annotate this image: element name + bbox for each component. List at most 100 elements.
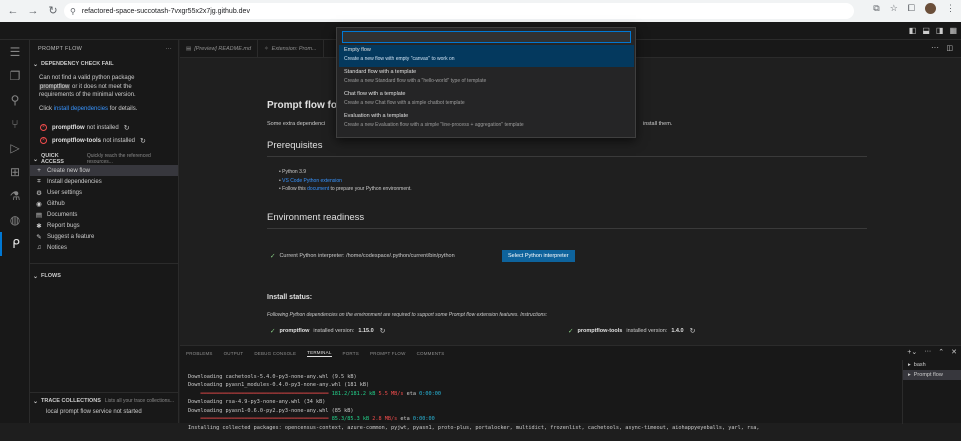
customize-layout-icon[interactable]: ▦	[949, 26, 957, 35]
list-item: • Follow this document to prepare your P…	[279, 186, 412, 192]
document-link[interactable]: document	[307, 186, 329, 192]
maximize-panel-icon[interactable]: ⌃	[938, 348, 944, 356]
progress-speed: 5.5 MB/s	[378, 390, 404, 397]
source-control-icon[interactable]: ⑂	[0, 112, 30, 136]
testing-icon[interactable]: ⚗	[0, 184, 30, 208]
quick-access-suggest-feature[interactable]: ✎ Suggest a feature	[30, 231, 178, 242]
prereq-follow: Follow this	[282, 186, 306, 192]
close-panel-icon[interactable]: ✕	[951, 348, 957, 356]
quick-access-header[interactable]: ⌄ QUICK ACCESS Quickly reach the referen…	[30, 153, 178, 165]
install-status-heading: Install status:	[267, 294, 313, 301]
tab-comments[interactable]: COMMENTS	[417, 351, 445, 356]
dependency-section-header[interactable]: ⌄ DEPENDENCY CHECK FAIL	[30, 58, 178, 70]
new-terminal-icon[interactable]: +⌄	[907, 348, 917, 356]
tab-problems[interactable]: PROBLEMS	[186, 351, 213, 356]
quick-pick-description: Create a new flow with empty "canvas" to…	[344, 56, 455, 62]
quick-pick-title: Evaluation with a template	[344, 113, 409, 119]
refresh-icon[interactable]: ↻	[380, 327, 386, 335]
quick-pick-item[interactable]: Empty flow Create a new flow with empty …	[339, 45, 634, 67]
toggle-primary-sidebar-icon[interactable]: ◧	[909, 26, 917, 35]
terminal-icon: ▸	[908, 362, 911, 368]
back-arrow-icon[interactable]: ←	[6, 4, 20, 18]
tab-debug-console[interactable]: DEBUG CONSOLE	[254, 351, 296, 356]
refresh-icon[interactable]: ↻	[140, 137, 146, 145]
terminal-more-icon[interactable]: ···	[924, 348, 931, 356]
cast-icon[interactable]: ⧉	[873, 3, 879, 14]
quick-pick-title: Empty flow	[344, 47, 371, 53]
quick-access-install-dependencies[interactable]: ⌗ Install dependencies	[30, 176, 178, 187]
refresh-icon[interactable]: ↻	[124, 124, 130, 132]
reload-icon[interactable]: ↻	[46, 4, 60, 18]
quick-pick-item[interactable]: Chat flow with a template Create a new C…	[339, 89, 634, 111]
quick-pick-item[interactable]: Standard flow with a template Create a n…	[339, 67, 634, 89]
quick-access-github[interactable]: ◉ Github	[30, 198, 178, 209]
package-icon: ⌗	[37, 177, 41, 185]
menu-icon[interactable]: ☰	[0, 40, 30, 64]
package-version: 1.15.0	[358, 328, 374, 334]
run-debug-icon[interactable]: ▷	[0, 136, 30, 160]
forward-arrow-icon[interactable]: →	[26, 4, 40, 18]
profile-avatar[interactable]	[925, 3, 936, 14]
site-info-icon[interactable]: ⚲	[70, 7, 76, 16]
quick-pick-item[interactable]: Evaluation with a template Create a new …	[339, 111, 634, 133]
section-divider	[30, 392, 179, 393]
quick-pick-description: Create a new Standard flow with a "hello…	[344, 78, 487, 84]
dependency-section-title: DEPENDENCY CHECK FAIL	[41, 61, 114, 67]
gear-icon: ⚙	[36, 189, 42, 197]
toggle-panel-icon[interactable]: ⬓	[922, 26, 930, 35]
terminal-item-prompt-flow[interactable]: ▸ Prompt flow	[903, 370, 961, 380]
quick-access-documents[interactable]: ▤ Documents	[30, 209, 178, 220]
install-hint-suffix: for details.	[109, 105, 138, 112]
tab-label: [Preview] README.md	[194, 45, 252, 52]
editor-more-icon[interactable]: ···	[931, 43, 939, 52]
package-name: promptflow-tools	[52, 137, 101, 144]
terminal-line: Downloading pyasn1-0.6.0-py2.py3-none-an…	[188, 407, 354, 414]
explorer-icon[interactable]: ❐	[0, 64, 30, 88]
trace-subtitle: Lists all your trace collections...	[104, 398, 175, 404]
quick-access-label: Notices	[47, 244, 68, 251]
prompt-flow-icon[interactable]: ᑭ	[0, 232, 30, 256]
refresh-icon[interactable]: ↻	[690, 327, 696, 335]
tab-output[interactable]: OUTPUT	[224, 351, 244, 356]
vscode-python-extension-link[interactable]: VS Code Python extension	[282, 178, 342, 184]
dependency-message-line: or it does not meet the	[72, 83, 132, 90]
terminal-icon: ▸	[908, 372, 911, 378]
terminal-output[interactable]: Downloading cachetools-5.4.0-py3-none-an…	[188, 364, 900, 441]
select-python-interpreter-button[interactable]: Select Python interpreter	[502, 250, 575, 262]
package-status-promptflow-tools: ✓ promptflow-tools installed version: 1.…	[568, 327, 695, 335]
terminal-item-bash[interactable]: ▸ bash	[903, 360, 961, 370]
heading-divider	[267, 156, 867, 157]
tab-terminal[interactable]: TERMINAL	[307, 350, 332, 357]
bottom-panel: PROBLEMS OUTPUT DEBUG CONSOLE TERMINAL P…	[180, 345, 961, 431]
tab-ports[interactable]: PORTS	[343, 351, 359, 356]
extension-icon: ✧	[264, 45, 269, 52]
flows-section-header[interactable]: ⌄ FLOWS	[30, 270, 178, 282]
install-dependencies-link[interactable]: install dependencies	[54, 106, 108, 112]
quick-access-user-settings[interactable]: ⚙ User settings	[30, 187, 178, 198]
error-icon: ×	[40, 124, 47, 131]
quick-access-create-new-flow[interactable]: + Create new flow	[30, 165, 178, 176]
browser-menu-icon[interactable]: ⋮	[946, 3, 955, 14]
more-actions-icon[interactable]: ···	[166, 46, 172, 52]
check-icon: ✓	[270, 328, 276, 335]
quick-pick-input[interactable]	[342, 31, 631, 43]
trace-section-header[interactable]: ⌄ TRACE COLLECTIONS Lists all your trace…	[30, 395, 174, 407]
tab-extension-prompt-flow[interactable]: ✧ Extension: Prom...	[258, 39, 324, 58]
github-icon: ◉	[36, 200, 42, 208]
remote-explorer-icon[interactable]: ◍	[0, 208, 30, 232]
panel-tabs: PROBLEMS OUTPUT DEBUG CONSOLE TERMINAL P…	[180, 346, 961, 360]
tab-prompt-flow[interactable]: PROMPT FLOW	[370, 351, 406, 356]
bookmark-star-icon[interactable]: ☆	[890, 3, 898, 14]
address-bar[interactable]: ⚲ refactored-space-succotash-7vxgr55x2x7…	[64, 3, 854, 19]
quick-access-report-bugs[interactable]: ✱ Report bugs	[30, 220, 178, 231]
split-editor-icon[interactable]: ◫	[946, 44, 953, 52]
toggle-secondary-sidebar-icon[interactable]: ◨	[936, 26, 944, 35]
search-icon[interactable]: ⚲	[0, 88, 30, 112]
tab-readme-preview[interactable]: ▤ [Preview] README.md	[180, 39, 259, 58]
terminal-name: Prompt flow	[913, 372, 943, 378]
sidebar-title: PROMPT FLOW	[38, 46, 83, 52]
quick-access-notices[interactable]: ♫ Notices	[30, 242, 178, 253]
extensions-icon[interactable]: ⧠	[908, 3, 915, 14]
extensions-icon[interactable]: ⊞	[0, 160, 30, 184]
package-status-promptflow: ✓ promptflow installed version: 1.15.0 ↻	[270, 327, 386, 335]
